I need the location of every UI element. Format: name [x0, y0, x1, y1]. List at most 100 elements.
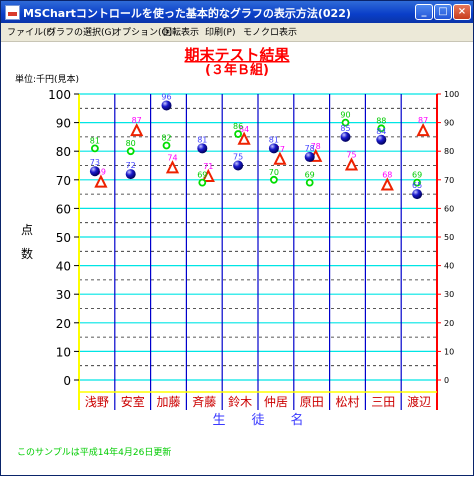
category-label: 仲居	[264, 395, 288, 409]
series1-sphere-mark	[340, 131, 351, 142]
series3-triangle-mark	[344, 157, 359, 171]
series1-sphere-mark	[89, 166, 100, 177]
series1-sphere-mark	[197, 143, 208, 154]
category-label: 斉藤	[192, 394, 216, 409]
series3-triangle-mark	[416, 122, 430, 137]
title-bar[interactable]: MSChartコントロールを使った基本的なグラフの表示方法(022) _ □ ×	[1, 1, 473, 23]
right-tick-label: 60	[444, 204, 454, 213]
series3-data-label: 87	[418, 116, 428, 125]
footer-note: このサンプルは平成14年4月26日更新	[17, 446, 171, 458]
series1-sphere-mark	[304, 151, 315, 162]
left-tick-label: 40	[56, 260, 71, 274]
right-tick-label: 20	[444, 319, 454, 328]
category-label: 渡辺	[407, 394, 431, 409]
close-button[interactable]: ×	[453, 4, 471, 20]
series2-dot-mark	[305, 178, 314, 187]
minimize-icon: _	[421, 6, 427, 17]
series2-data-label: 80	[126, 139, 136, 148]
series1-data-label: 73	[90, 158, 100, 167]
menu-rotate-view[interactable]: 回転表示	[163, 25, 199, 38]
series3-triangle-mark	[165, 160, 180, 174]
series1-sphere-mark	[125, 169, 136, 180]
menu-print[interactable]: 印刷(P)	[205, 25, 235, 38]
y-axis-title-char-2: 数	[21, 246, 33, 261]
series1-data-label: 78	[305, 144, 315, 153]
right-tick-label: 40	[444, 262, 454, 271]
left-tick-label: 70	[56, 174, 71, 188]
menu-bar: ファイル(F) グラフの選択(G) オプション(O) 回転表示 印刷(P) モノ…	[1, 23, 473, 42]
score-chart: 期末テスト結果 (３年Ｂ組) 単位:千円(見本) 点 数 0 0 10 10 20 20 3…	[15, 46, 459, 458]
series2-data-label: 69	[305, 171, 315, 180]
left-tick-label: 20	[56, 317, 71, 331]
y-axis-title-char-1: 点	[21, 223, 33, 237]
right-tick-label: 10	[444, 347, 454, 356]
series2-dot-mark	[269, 175, 278, 184]
left-tick-label: 80	[56, 145, 71, 159]
left-tick-label: 10	[56, 345, 71, 359]
x-axis-title: 生 徒 名	[212, 412, 303, 428]
series3-triangle-mark	[130, 122, 144, 137]
category-label: 松村	[335, 395, 359, 409]
series3-triangle-mark	[380, 177, 394, 191]
left-tick-label: 50	[56, 231, 71, 245]
series1-data-label: 84	[376, 127, 386, 136]
left-tick-label: 60	[56, 202, 71, 216]
series1-sphere-mark	[268, 143, 279, 154]
series2-dot-mark	[198, 178, 207, 187]
series1-sphere-mark	[412, 189, 423, 200]
series2-data-label: 82	[161, 133, 171, 142]
window-title: MSChartコントロールを使った基本的なグラフの表示方法(022)	[23, 7, 351, 20]
series2-data-label: 81	[90, 136, 100, 145]
series2-dot-mark	[126, 147, 135, 156]
right-tick-label: 0	[444, 376, 449, 385]
right-tick-label: 70	[444, 176, 454, 185]
series3-data-label: 87	[132, 116, 142, 125]
category-label: 安室	[121, 394, 145, 409]
series3-data-label: 74	[167, 153, 177, 162]
series1-data-label: 81	[269, 135, 279, 144]
maximize-icon: □	[438, 6, 448, 17]
application-window: MSChartコントロールを使った基本的なグラフの表示方法(022) _ □ ×…	[0, 0, 474, 476]
left-tick-label: 0	[63, 374, 71, 388]
close-icon: ×	[457, 6, 467, 17]
left-tick-label: 30	[56, 288, 71, 302]
maximize-button[interactable]: □	[434, 4, 452, 20]
series1-data-label: 75	[233, 153, 243, 162]
chart-title: 期末テスト結果	[184, 46, 290, 64]
series3-data-label: 75	[346, 151, 356, 160]
category-label: 浅野	[85, 395, 109, 409]
series1-data-label: 65	[412, 181, 422, 190]
right-tick-label: 90	[444, 119, 454, 128]
series1-sphere-mark	[233, 160, 244, 171]
category-label: 原田	[300, 395, 324, 409]
series3-data-label: 71	[203, 162, 213, 171]
left-tick-label: 100	[48, 88, 71, 102]
series1-data-label: 72	[126, 161, 136, 170]
series3-triangle-mark	[94, 174, 108, 188]
series2-data-label: 70	[269, 168, 279, 177]
minimize-button[interactable]: _	[415, 4, 433, 20]
unit-label: 単位:千円(見本)	[15, 73, 79, 85]
series1-data-label: 85	[340, 124, 350, 133]
left-tick-label: 90	[56, 117, 71, 131]
series1-data-label: 96	[161, 92, 171, 101]
series1-sphere-mark	[376, 134, 387, 145]
chart-subtitle: (３年Ｂ組)	[205, 62, 269, 78]
series2-dot-mark	[162, 141, 171, 150]
series3-triangle-mark	[273, 151, 287, 165]
category-label: 加藤	[156, 395, 180, 409]
series2-dot-mark	[234, 130, 243, 138]
series1-sphere-mark	[161, 100, 172, 111]
chart-canvas: 期末テスト結果 (３年Ｂ組) 単位:千円(見本) 点 数 0 0 10 10 20 20 3…	[1, 42, 473, 475]
right-tick-label: 30	[444, 290, 454, 299]
category-label: 鈴木	[228, 394, 252, 409]
series2-data-label: 69	[197, 171, 207, 180]
menu-monochrome[interactable]: モノクロ表示	[243, 25, 297, 38]
right-tick-label: 100	[444, 90, 459, 99]
series2-data-label: 90	[340, 111, 350, 120]
series2-data-label: 88	[376, 116, 386, 125]
app-chart-icon[interactable]	[5, 5, 20, 20]
series2-dot-mark	[91, 144, 99, 153]
series3-data-label: 68	[382, 171, 392, 180]
menu-graph-select[interactable]: グラフの選択(G)	[47, 25, 115, 38]
